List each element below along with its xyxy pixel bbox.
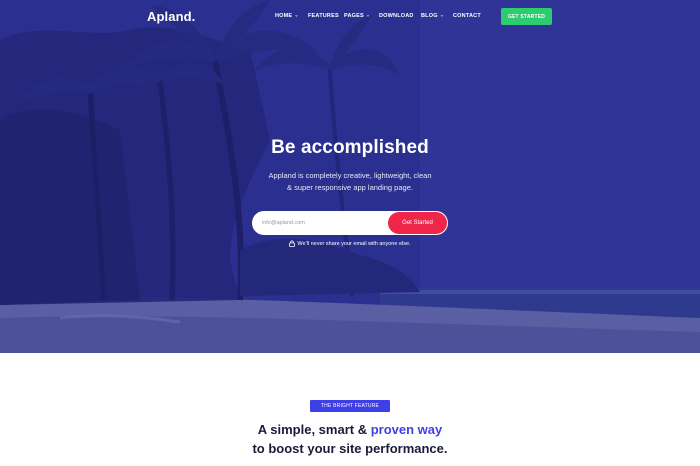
- hero-title: Be accomplished: [271, 137, 429, 158]
- feature-heading: A simple, smart & proven way to boost yo…: [0, 420, 700, 458]
- nav-item-features[interactable]: FEATURES: [308, 13, 339, 19]
- nav-item-label: BLOG: [421, 13, 438, 19]
- chevron-down-icon: ⌄: [439, 12, 445, 19]
- nav-item-label: PAGES: [344, 13, 364, 19]
- lock-icon: [289, 240, 296, 247]
- nav-item-label: FEATURES: [308, 13, 339, 19]
- site-header: Apland. HOME ⌄ FEATURES PAGES ⌄ DOWNLOAD B…: [0, 0, 700, 34]
- nav-item-label: CONTACT: [453, 13, 481, 19]
- privacy-note-text: We'll never share your email with anyone…: [297, 240, 411, 247]
- nav-item-download[interactable]: DOWNLOAD: [379, 13, 414, 19]
- brand-logo[interactable]: Apland.: [147, 9, 195, 24]
- feature-heading-part1: A simple, smart &: [257, 422, 371, 437]
- feature-badge: THE BRIGHT FEATURE: [310, 400, 390, 412]
- nav-item-contact[interactable]: CONTACT: [453, 13, 481, 19]
- get-started-button[interactable]: GET STARTED: [501, 8, 552, 25]
- chevron-down-icon: ⌄: [294, 12, 299, 19]
- nav-item-label: HOME: [275, 13, 293, 19]
- hero-subtitle: Appland is completely creative, lightwei…: [268, 171, 432, 192]
- feature-heading-accent: proven way: [370, 422, 443, 437]
- nav-item-blog[interactable]: BLOG ⌄: [421, 12, 445, 20]
- hero-section: Apland. HOME ⌄ FEATURES PAGES ⌄ DOWNLOAD B…: [0, 0, 700, 353]
- feature-heading-part2: to boost your site performance.: [252, 441, 448, 456]
- email-input[interactable]: [262, 213, 387, 233]
- submit-button[interactable]: Get Started: [388, 212, 447, 234]
- subscribe-form: Get Started: [252, 211, 448, 235]
- nav-item-pages[interactable]: PAGES ⌄: [344, 12, 371, 20]
- nav-item-label: DOWNLOAD: [379, 13, 414, 19]
- nav-item-home[interactable]: HOME ⌄: [275, 12, 299, 20]
- privacy-note: We'll never share your email with anyone…: [0, 240, 700, 247]
- chevron-down-icon: ⌄: [365, 12, 371, 19]
